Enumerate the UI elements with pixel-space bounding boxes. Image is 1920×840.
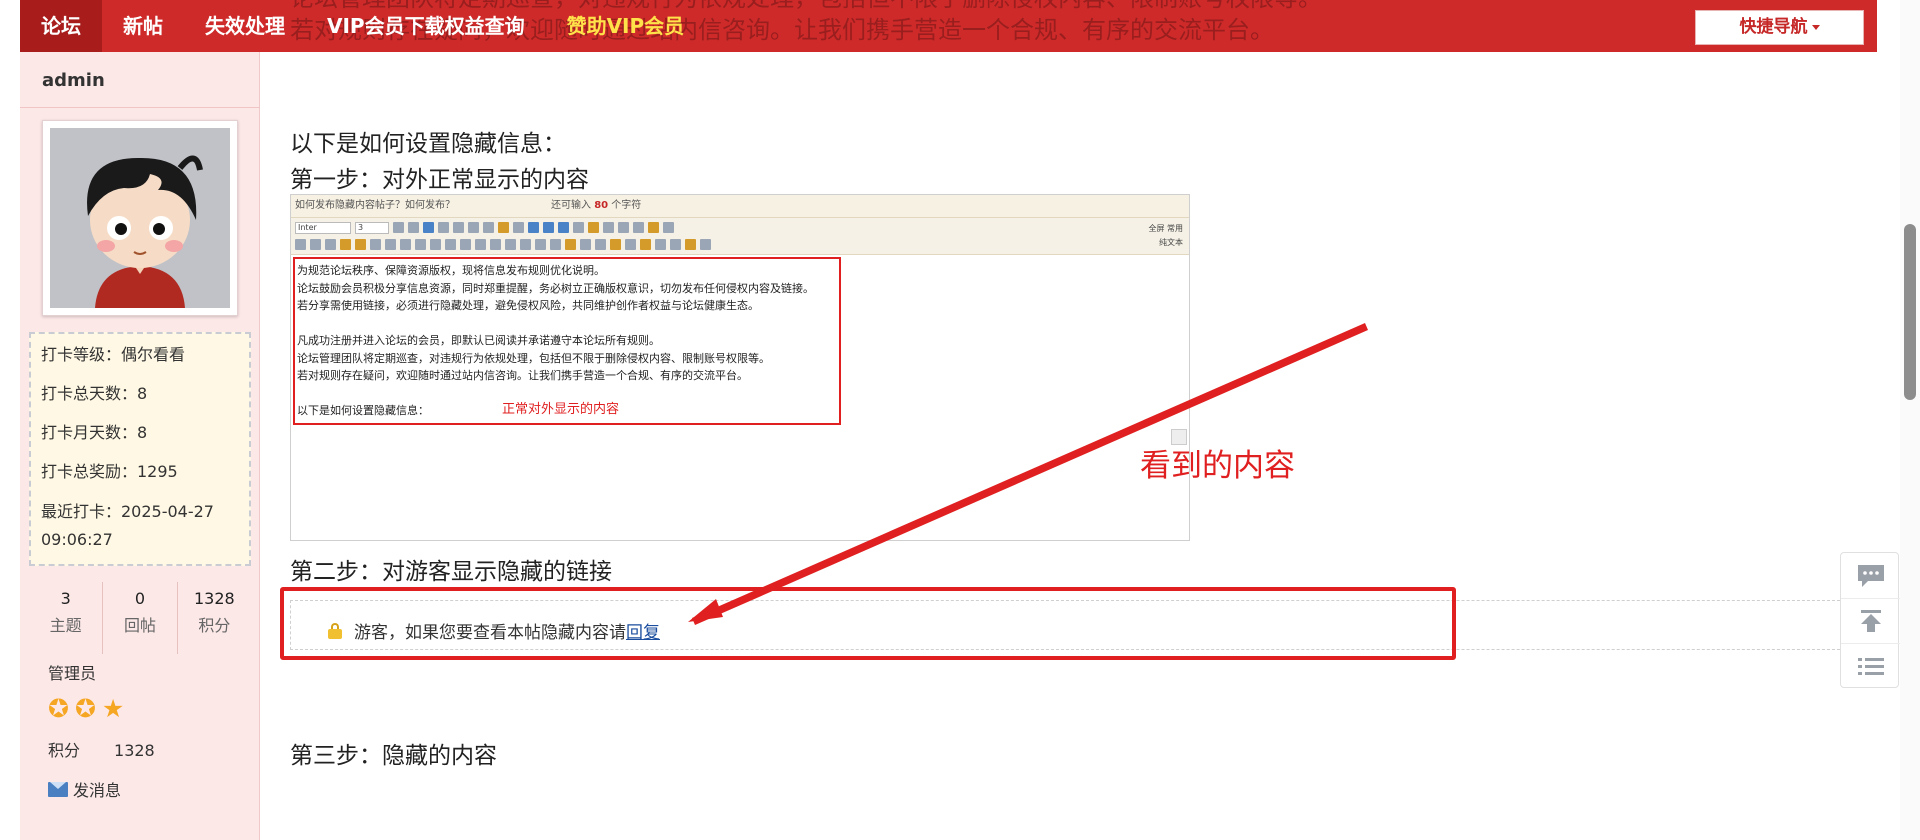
- scrollbar-thumb[interactable]: [1904, 224, 1916, 400]
- chat-icon: [1857, 564, 1884, 587]
- char-count-value: 80: [594, 200, 609, 211]
- reply-link[interactable]: 回复: [626, 618, 660, 643]
- editor-line: 若分享需使用链接，必须进行隐藏处理，避免侵权风险，共同维护创作者权益与论坛健康生…: [297, 299, 759, 312]
- author-username[interactable]: admin: [42, 70, 105, 91]
- send-message-label: 发消息: [73, 781, 122, 800]
- checkin-level: 打卡等级：偶尔看看: [41, 345, 186, 364]
- post-content: 以下是如何设置隐藏信息： 第一步：对外正常显示的内容 如何发布隐藏内容帖子？如何…: [280, 52, 1860, 840]
- editor-title-bar: 如何发布隐藏内容帖子？如何发布？ 还可输入 80 个字符: [291, 195, 1189, 217]
- editor-annotation: 正常对外显示的内容: [502, 402, 620, 417]
- step-1-heading: 第一步：对外正常显示的内容: [290, 167, 589, 193]
- stat-threads-value: 3: [60, 589, 71, 608]
- checkin-month-days: 打卡月天数：8: [41, 423, 148, 442]
- stat-threads[interactable]: 3 主题: [29, 582, 104, 654]
- main-nav: 论坛 新帖 失效处理 VIP会员下载权益查询 赞助VIP会员: [20, 0, 705, 52]
- char-count: 还可输入 80 个字符: [551, 200, 641, 211]
- back-to-top-icon: [1860, 610, 1881, 632]
- stat-threads-label: 主题: [49, 616, 82, 635]
- step-2-heading: 第二步：对游客显示隐藏的链接: [290, 559, 612, 585]
- font-select: Inter: [295, 222, 351, 234]
- quick-nav-label: 快捷导航: [1739, 17, 1808, 37]
- stat-points-value: 1328: [193, 589, 235, 608]
- toolbar-row-1: [393, 222, 674, 233]
- checkin-last-time: 最近打卡：2025-04-27 09:06:27: [41, 502, 214, 549]
- nav-invalid-handling[interactable]: 失效处理: [184, 0, 306, 52]
- checkin-info-panel: 打卡等级：偶尔看看 打卡总天数：8 打卡月天数：8 打卡总奖励：1295 最近打…: [29, 332, 251, 566]
- checkin-total-days: 打卡总天数：8: [41, 384, 148, 403]
- score-value: 1328: [114, 741, 155, 760]
- cartoon-avatar-icon: [50, 128, 230, 308]
- sun-rank-icon: ✪: [48, 694, 69, 723]
- author-sidebar: admin 打卡等级：偶尔看看 打卡总天数：8 打卡月天数：8 打卡总奖励：12…: [20, 52, 260, 840]
- lock-icon: [328, 622, 342, 639]
- stat-points[interactable]: 1328 积分: [178, 582, 251, 654]
- checkin-total-reward: 打卡总奖励：1295: [41, 462, 178, 481]
- char-count-prefix: 还可输入: [551, 200, 591, 211]
- page: 论坛管理团队将定期巡查，对违规行为依规处理，包括但不限于删除侵权内容、限制账号权…: [0, 0, 1920, 840]
- stat-replies-label: 回帖: [123, 616, 156, 635]
- step-3-heading: 第三步：隐藏的内容: [290, 743, 497, 769]
- avatar[interactable]: [42, 120, 238, 316]
- editor-line: 凡成功注册并进入论坛的会员，即默认已阅读并承诺遵守本论坛所有规则。: [297, 334, 660, 347]
- nav-new-posts[interactable]: 新帖: [102, 0, 184, 52]
- mail-icon: [48, 781, 68, 797]
- annotation-label: 看到的内容: [1140, 448, 1295, 484]
- editor-line: 论坛管理团队将定期巡查，对违规行为依规处理，包括但不限于删除侵权内容、限制账号权…: [297, 351, 770, 365]
- quick-nav-button[interactable]: 快捷导航: [1695, 10, 1864, 45]
- editor-screenshot: 如何发布隐藏内容帖子？如何发布？ 还可输入 80 个字符 Inter 3 全屏 常…: [290, 194, 1190, 541]
- thread-list-button[interactable]: [1841, 643, 1900, 688]
- author-stats: 3 主题 0 回帖 1328 积分: [29, 582, 251, 654]
- nav-forum[interactable]: 论坛: [20, 0, 102, 52]
- score-label: 积分: [48, 741, 81, 760]
- sun-rank-icon: ✪: [74, 694, 96, 723]
- editor-line: 若对规则存在疑问，欢迎随时通过站内信咨询。让我们携手营造一个合规、有序的交流平台…: [297, 369, 748, 382]
- toolbar-row-2: [295, 239, 711, 250]
- editor-plaintext: 纯文本: [1159, 238, 1183, 247]
- char-count-suffix: 个字符: [611, 200, 642, 211]
- user-group[interactable]: 管理员: [48, 660, 96, 684]
- editor-line: 论坛鼓励会员积极分享信息资源，同时郑重提醒，务必树立正确版权意识，切勿发布任何侵…: [297, 281, 814, 295]
- editor-visible-content: 为规范论坛秩序、保障资源版权，现将信息发布规则优化说明。 论坛鼓励会员积极分享信…: [293, 257, 841, 425]
- send-message-link[interactable]: 发消息: [48, 777, 121, 801]
- page-scrollbar[interactable]: [1900, 0, 1920, 840]
- hidden-content-notice: 游客，如果您要查看本帖隐藏内容请 回复: [328, 618, 660, 643]
- caret-down-icon: [1811, 24, 1820, 30]
- rank-stars: ✪ ✪ ★: [48, 694, 124, 724]
- intro-text: 以下是如何设置隐藏信息：: [290, 131, 566, 157]
- top-nav-bar: 论坛管理团队将定期巡查，对违规行为依规处理，包括但不限于删除侵权内容、限制账号权…: [20, 0, 1877, 52]
- editor-mode-toggle: 全屏 常用纯文本: [1148, 222, 1183, 250]
- score-row: 积分 1328: [48, 737, 155, 761]
- back-to-top-button[interactable]: [1841, 598, 1900, 643]
- avatar-image: [50, 128, 230, 308]
- editor-line: 为规范论坛秩序、保障资源版权，现将信息发布规则优化说明。: [297, 264, 605, 277]
- hidden-notice-text: 游客，如果您要查看本帖隐藏内容请: [354, 623, 626, 643]
- editor-title-placeholder: 如何发布隐藏内容帖子？如何发布？: [295, 200, 455, 211]
- divider: [20, 107, 260, 108]
- stat-replies[interactable]: 0 回帖: [103, 582, 178, 654]
- stat-replies-value: 0: [134, 589, 146, 608]
- nav-vip-download-query[interactable]: VIP会员下载权益查询: [306, 0, 546, 52]
- floating-toolbar: [1840, 552, 1900, 688]
- star-rank-icon: ★: [101, 694, 125, 723]
- size-select: 3: [355, 222, 389, 234]
- editor-toolbar: Inter 3 全屏 常用纯文本: [291, 217, 1189, 255]
- list-icon: [1857, 658, 1884, 675]
- editor-fullscreen: 全屏 常用: [1148, 224, 1183, 233]
- quick-reply-button[interactable]: [1841, 553, 1900, 598]
- nav-sponsor-vip[interactable]: 赞助VIP会员: [546, 0, 706, 52]
- stat-points-label: 积分: [198, 616, 231, 635]
